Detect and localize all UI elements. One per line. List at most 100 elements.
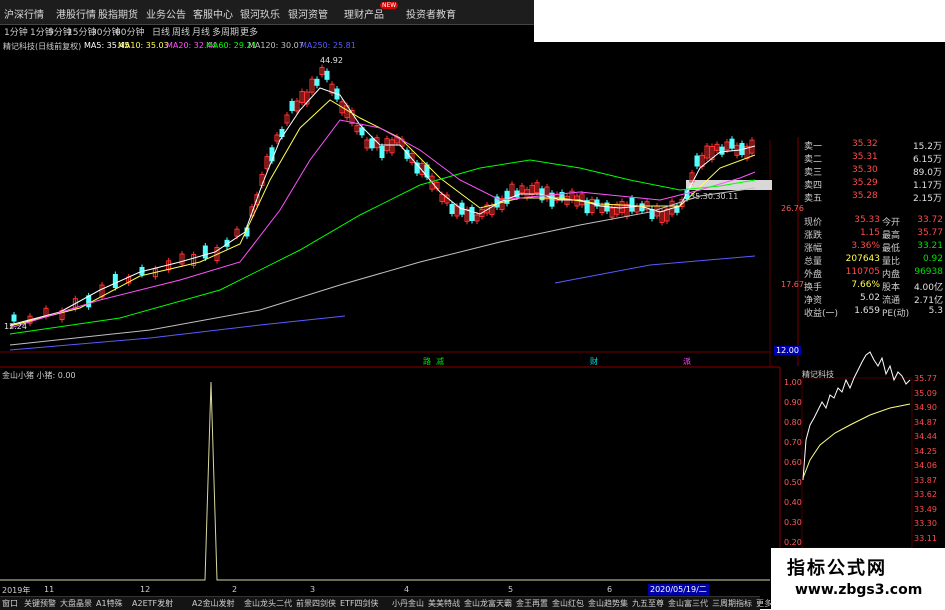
mini-axis-label: 33.49 [914,504,937,514]
indicator-axis-label: 0.30 [784,518,802,527]
indicator-axis-label: 0.70 [784,438,802,447]
stat-v2: 5.3 [928,306,943,316]
stat-row: 收益(一) 1.659 PE(动) 5.3 [800,306,945,319]
bottom-tab[interactable]: 金山龙富天霸 [464,598,512,609]
bottom-tab[interactable]: A1特殊 [96,598,123,609]
event-mark-4: 派 [683,357,691,366]
candle [11,314,17,322]
mini-axis-label: 33.62 [914,490,937,499]
ma-lines-group [9,87,756,351]
trading-terminal: 沪深行情 港股行情 股指期货 业务公告 客服中心 银河玖乐 银河资管 理财产品 … [0,0,945,610]
ask-row-2: 卖二 35.31 6.15万 [804,152,942,165]
stat-v1: 110705 [845,267,880,277]
mini-axis-label: 34.06 [914,461,937,470]
stat-row: 涨跌 1.15 最高 35.77 [800,228,945,241]
range-tag: 35.30.30.11 [690,192,739,201]
mini-chart-title: 精记科技 [802,370,834,379]
stat-l2: 今开 [882,218,901,228]
low-price-label: 12.24 [4,322,27,331]
bottom-tab[interactable]: 更多 [756,598,772,609]
stat-l2: 最高 [882,231,901,241]
mini-axis-label: 34.44 [914,432,937,441]
event-mark-1: 路 [423,357,431,366]
stat-row: 涨幅 3.36% 最低 33.21 [800,241,945,254]
ma250-line [554,255,756,284]
high-price-label: 44.92 [320,56,343,65]
mini-intraday-chart [801,351,913,549]
mini-axis-label: 34.87 [914,417,937,427]
indicator-axis-label: 0.40 [784,498,802,507]
stat-l1: 收益(一) [804,309,839,319]
stat-l1: 换手 [804,283,823,293]
bottom-tab[interactable]: 金王再置 [516,598,548,609]
stat-v2: 4.00亿 [913,283,943,293]
candle [289,101,295,111]
bottom-tab[interactable]: 前景四剑侠 [296,598,336,609]
candle [694,155,700,167]
candle [469,207,475,221]
bottom-tab[interactable]: 九五至尊 [632,598,664,609]
stat-v2: 35.77 [917,228,943,238]
stat-v1: 7.66% [851,280,880,290]
mini-axis-label: 35.09 [914,388,937,398]
stat-v1: 5.02 [859,293,880,303]
bottom-tab-bar: 窗口 关键预警 大盘晶景 A1特殊 A2ETF发射 A2金山发射 金山龙头二代 前景四剑侠 ET… [0,596,794,610]
candle [729,138,735,149]
stat-l2: 内盘 [882,270,901,280]
bottom-tab[interactable]: ETF四剑侠 [340,598,379,609]
ask-row-4: 卖四 35.29 1.17万 [804,178,942,191]
ask-row-5: 卖五 35.28 2.15万 [804,191,942,204]
stat-v1: 3.36% [851,241,880,251]
ma250-line [9,315,346,351]
bottom-tab[interactable]: 三周期指标 [712,598,752,609]
stat-l1: 外盘 [804,270,823,280]
bottom-tab[interactable]: A2ETF发射 [132,598,173,609]
stat-row: 净资 5.02 流通 2.71亿 [800,293,945,306]
ask-row-1: 卖一 35.32 15.2万 [804,139,942,152]
date-label: 2019年 [2,586,31,595]
event-mark-2: 减 [436,357,444,366]
bottom-tab[interactable]: 关键预警 [24,598,56,609]
watermark-url: www.zbgs3.com [795,582,923,598]
stat-row: 总量 207643 量比 0.92 [800,254,945,267]
bottom-tab[interactable]: 小丹金山 [392,598,424,609]
quote-panel: 卖一 35.32 15.2万 卖二 35.31 6.15万 卖三 35.30 89.0万 卖… [800,137,945,337]
date-label: 2 [232,585,238,594]
bottom-tab[interactable]: 美美特战 [428,598,460,609]
date-label: 4 [404,585,410,594]
stat-l1: 涨幅 [804,244,823,254]
current-date-label: 2020/05/19/二 [648,584,709,595]
stat-v2: 33.21 [917,241,943,251]
candle [629,197,635,212]
stat-v1: 35.33 [854,215,880,225]
bottom-tab[interactable]: 大盘晶景 [60,598,92,609]
candle [379,146,385,158]
mini-axis-label: 33.87 [914,475,937,485]
stat-v1: 207643 [845,254,880,264]
indicator-line [0,381,770,581]
bottom-tab[interactable]: 金山趋势集 [588,598,628,609]
stat-v2: 33.72 [917,215,943,225]
bottom-tab[interactable]: 金山龙头二代 [244,598,292,609]
bottom-tab[interactable]: 金山红包 [552,598,584,609]
mini-axis-label: 34.90 [914,403,937,412]
candle [449,204,455,214]
stat-l2: 股本 [882,283,901,293]
stat-l2: 最低 [882,244,901,254]
ma60-line [9,159,756,335]
candles-group [11,64,755,327]
bottom-tab[interactable]: A2金山发射 [192,598,235,609]
event-mark-3: 财 [590,357,598,366]
stat-l1: 净资 [804,296,823,306]
candle [314,78,320,86]
stat-v2: 2.71亿 [913,296,943,306]
bottom-tab[interactable]: 金山富三代 [668,598,708,609]
indicator-axis-label: 0.60 [784,458,802,467]
date-label: 12 [140,585,151,594]
date-label: 6 [607,585,613,594]
bottom-tab[interactable]: 窗口 [2,598,18,609]
candle [202,245,208,259]
stat-l2: PE(动) [882,309,910,319]
stat-v1: 1.15 [859,228,880,238]
watermark: 指标公式网 www.zbgs3.com [771,548,945,609]
